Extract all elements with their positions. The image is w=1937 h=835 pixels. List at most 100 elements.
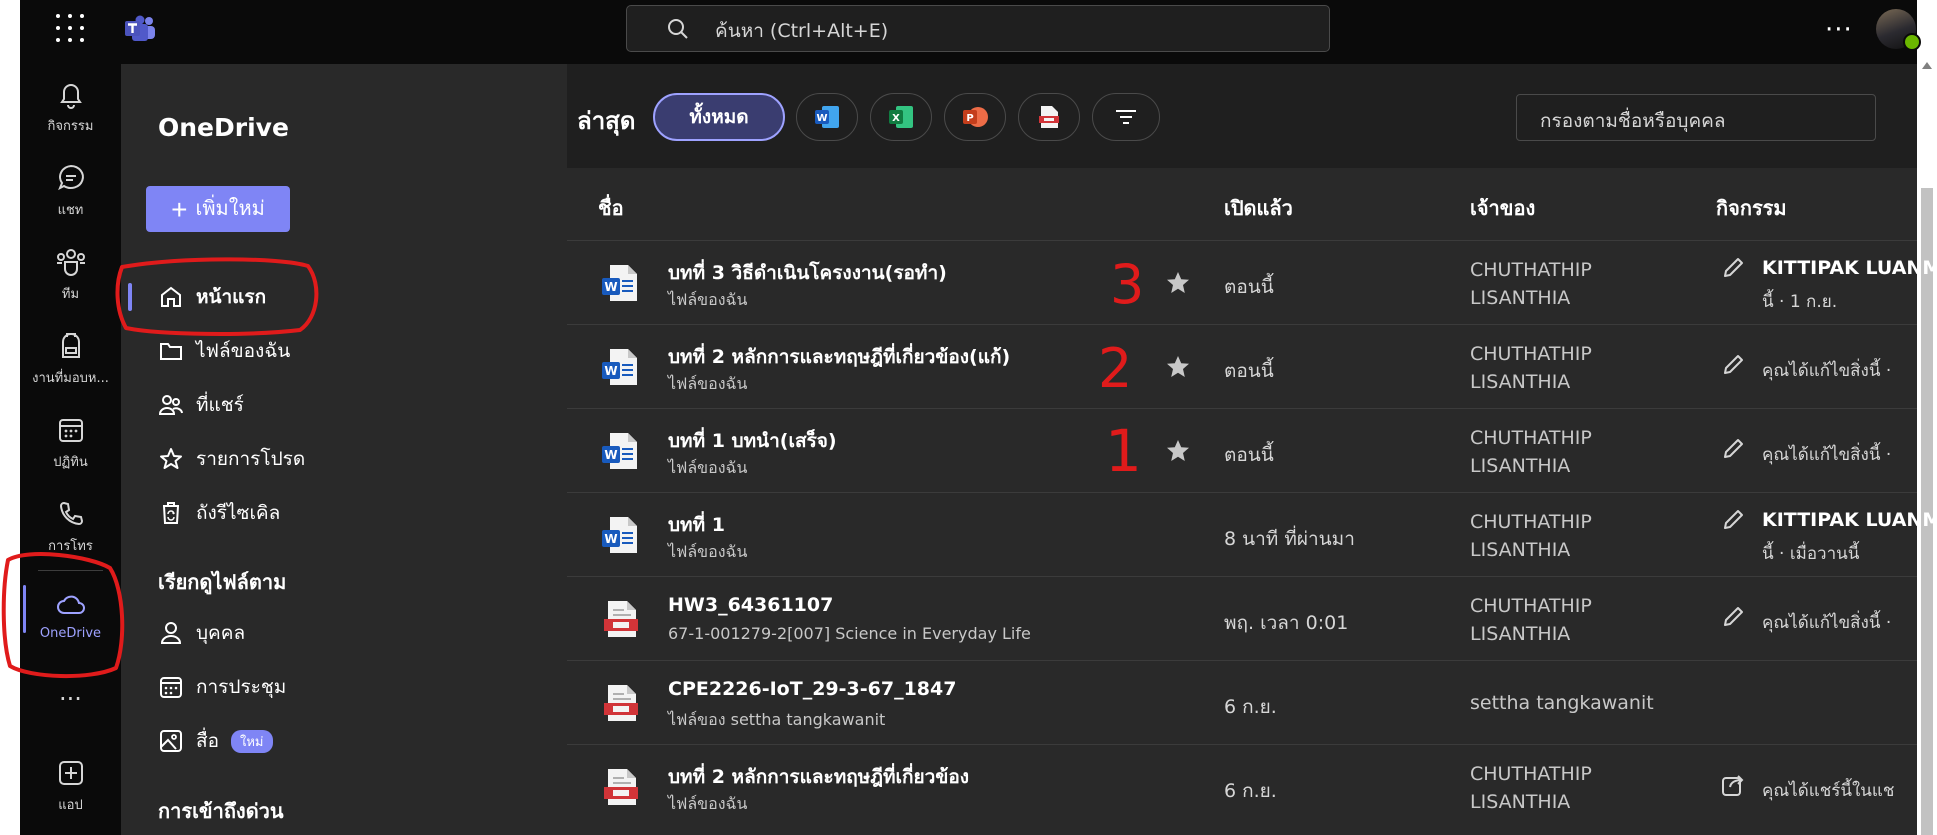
activity-detail: นี้ · เมื่อวานนี้ <box>1762 544 1860 564</box>
app-launcher-icon[interactable] <box>56 14 86 44</box>
file-name[interactable]: HW3_64361107 <box>668 594 833 616</box>
file-name[interactable]: บทที่ 1 <box>668 510 725 540</box>
scroll-up-arrow-icon[interactable] <box>1922 62 1932 69</box>
rail-item-teams[interactable]: ทีม <box>20 247 121 304</box>
owner-name: CHUTHATHIP LISANTHIA <box>1470 256 1592 312</box>
nav-item-my-files[interactable]: ไฟล์ของฉัน <box>158 336 290 366</box>
opened-time: ตอนนี้ <box>1224 360 1274 382</box>
file-name[interactable]: บทที่ 1 บทนำ(เสร็จ) <box>668 426 837 456</box>
activity-user: KITTIPAK LUANM <box>1762 257 1937 279</box>
owner-line: LISANTHIA <box>1470 455 1571 477</box>
svg-text:W: W <box>604 280 617 294</box>
word-file-icon: W <box>602 433 637 469</box>
file-location: ไฟล์ของ settha tangkawanit <box>668 710 886 729</box>
owner-name: CHUTHATHIP LISANTHIA <box>1470 340 1592 396</box>
filter-excel-button[interactable]: X <box>870 93 932 141</box>
more-options-icon[interactable]: ··· <box>1825 15 1853 45</box>
teams-icon <box>56 249 85 276</box>
word-icon: W <box>815 106 839 128</box>
more-apps-icon[interactable]: ··· <box>20 685 121 713</box>
filter-word-button[interactable]: W <box>796 93 858 141</box>
owner-line: CHUTHATHIP <box>1470 595 1592 617</box>
add-new-button[interactable]: + เพิ่มใหม่ <box>146 186 290 232</box>
owner-line: LISANTHIA <box>1470 287 1571 309</box>
favorite-star-icon[interactable] <box>1165 270 1191 296</box>
browse-by-heading: เรียกดูไฟล์ตาม <box>158 570 287 594</box>
filter-pdf-button[interactable] <box>1018 93 1080 141</box>
owner-line: CHUTHATHIP <box>1470 511 1592 533</box>
nav-label: บุคคล <box>196 622 246 644</box>
owner-line: CHUTHATHIP <box>1470 427 1592 449</box>
favorite-star-icon[interactable] <box>1165 438 1191 464</box>
nav-item-media[interactable]: สื่อ ใหม่ <box>158 726 273 756</box>
owner-line: CHUTHATHIP <box>1470 343 1592 365</box>
column-header-opened[interactable]: เปิดแล้ว <box>1224 192 1293 224</box>
pdf-icon <box>1039 106 1059 128</box>
activity-text: คุณได้แก้ไขสิ่งนี้ · <box>1762 445 1892 465</box>
new-badge: ใหม่ <box>231 729 273 753</box>
nav-item-shared[interactable]: ที่แชร์ <box>158 390 244 420</box>
rail-divider <box>38 570 103 571</box>
rail-item-apps[interactable]: แอป <box>20 758 121 815</box>
svg-text:W: W <box>604 532 617 546</box>
nav-item-recycle-bin[interactable]: ถังรีไซเคิล <box>158 498 280 528</box>
rail-item-calendar[interactable]: ปฏิทิน <box>20 415 121 472</box>
folder-icon <box>160 343 182 360</box>
opened-time: 6 ก.ย. <box>1224 696 1277 718</box>
window-left-edge <box>0 0 20 835</box>
pdf-file-icon <box>604 769 638 805</box>
rail-label: การโทร <box>48 539 93 554</box>
filter-icon <box>1116 110 1136 124</box>
column-header-activity[interactable]: กิจกรรม <box>1716 192 1787 224</box>
bell-icon <box>59 84 82 109</box>
nav-item-favorites[interactable]: รายการโปรด <box>158 444 305 474</box>
nav-active-indicator <box>128 283 132 311</box>
pdf-file-icon <box>604 601 638 637</box>
svg-text:P: P <box>966 113 973 124</box>
add-app-icon <box>58 761 83 785</box>
rail-label: ปฏิทิน <box>53 455 88 470</box>
nav-item-people[interactable]: บุคคล <box>158 618 245 648</box>
nav-item-meetings[interactable]: การประชุม <box>158 672 286 702</box>
favorite-star-icon[interactable] <box>1165 354 1191 380</box>
file-name[interactable]: บทที่ 2 หลักการและทฤษฎีที่เกี่ยวข้อง(แก้… <box>668 342 1010 372</box>
owner-name: CHUTHATHIP LISANTHIA <box>1470 760 1592 816</box>
rail-label: ทีม <box>61 287 80 302</box>
column-header-owner[interactable]: เจ้าของ <box>1470 192 1535 224</box>
people-icon <box>158 395 183 415</box>
cloud-icon <box>56 595 85 614</box>
rail-item-onedrive[interactable]: OneDrive <box>20 592 121 641</box>
recent-label: ล่าสุด <box>577 107 636 135</box>
owner-line: LISANTHIA <box>1470 623 1571 645</box>
owner-name: CHUTHATHIP LISANTHIA <box>1470 508 1592 564</box>
edit-pencil-icon <box>1724 355 1743 374</box>
nav-label: ถังรีไซเคิล <box>196 502 281 524</box>
activity-text: คุณได้แก้ไขสิ่งนี้ · <box>1762 613 1892 633</box>
rail-label: แอป <box>58 798 83 813</box>
file-name[interactable]: บทที่ 3 วิธีดำเนินโครงงาน(รอทำ) <box>668 258 947 288</box>
phone-icon <box>59 501 83 526</box>
plus-icon: + <box>171 193 188 225</box>
file-name[interactable]: CPE2226-IoT_29-3-67_1847 <box>668 678 956 700</box>
file-name[interactable]: บทที่ 2 หลักการและทฤษฎีที่เกี่ยวข้อง <box>668 762 969 792</box>
search-placeholder: ค้นหา (Ctrl+Alt+E) <box>715 20 889 42</box>
filter-powerpoint-button[interactable]: P <box>944 93 1006 141</box>
quick-access-heading: การเข้าถึงด่วน <box>158 799 284 823</box>
rail-label: แชท <box>57 203 84 218</box>
rail-item-chat[interactable]: แชท <box>20 163 121 220</box>
file-location: ไฟล์ของฉัน <box>668 374 748 393</box>
owner-line: LISANTHIA <box>1470 791 1571 813</box>
filter-options-button[interactable] <box>1092 93 1160 141</box>
column-header-name[interactable]: ชื่อ <box>598 192 624 224</box>
nav-item-home[interactable]: หน้าแรก <box>158 282 266 312</box>
teams-logo-icon <box>125 15 155 41</box>
filter-all-button[interactable]: ทั้งหมด <box>653 93 785 141</box>
recycle-bin-icon <box>163 502 179 524</box>
rail-item-calls[interactable]: การโทร <box>20 499 121 556</box>
edit-pencil-icon <box>1724 510 1743 529</box>
file-location: ไฟล์ของฉัน <box>668 458 748 477</box>
rail-item-assignments[interactable]: งานที่มอบห... <box>20 331 121 388</box>
svg-text:X: X <box>892 113 900 124</box>
rail-item-activity[interactable]: กิจกรรม <box>20 79 121 136</box>
add-new-label: เพิ่มใหม่ <box>195 198 265 221</box>
